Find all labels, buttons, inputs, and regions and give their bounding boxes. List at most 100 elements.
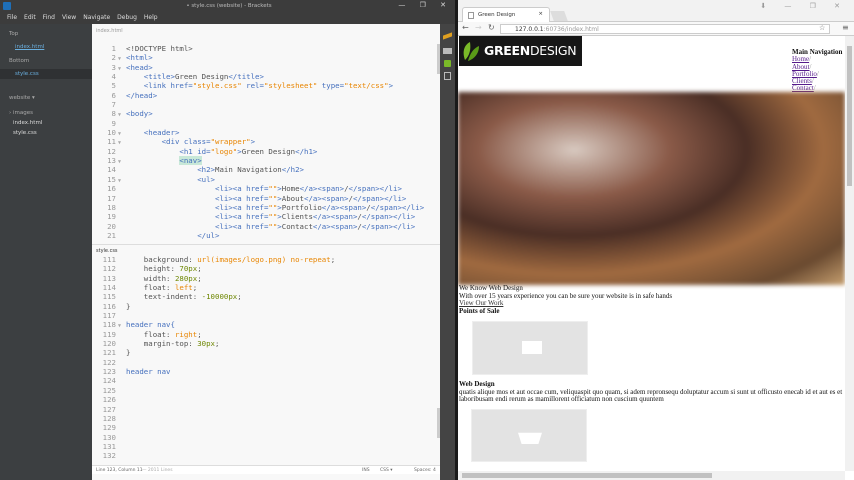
page-vertical-scroll-thumb[interactable]	[847, 46, 852, 186]
insert-mode[interactable]: INS	[362, 468, 370, 473]
tree-file-style-css[interactable]: style.css	[13, 130, 37, 136]
menu-debug[interactable]: Debug	[117, 14, 137, 21]
menu-help[interactable]: Help	[144, 14, 158, 21]
code-line[interactable]: 115 text-indent: -10000px;	[92, 292, 335, 301]
top-code-pane[interactable]: 1 <!DOCTYPE html> 2 ▼ <html> 3 ▼ <head> 4 <title…	[92, 44, 424, 240]
code-editor[interactable]: index.html 1 <!DOCTYPE html> 2 ▼ <html> 3 ▼ <he…	[92, 24, 440, 480]
code-token: Home	[281, 184, 300, 194]
tab-green-design[interactable]: Green Design ×	[462, 7, 550, 22]
code-line[interactable]: 129	[92, 423, 335, 432]
code-line[interactable]: 132	[92, 451, 335, 460]
code-line[interactable]: 10 ▼ <header>	[92, 128, 424, 137]
code-line[interactable]: 19 <li><a href="">Clients</a><span>/</sp…	[92, 212, 424, 221]
browser-window-controls[interactable]: ⬇ — ❐ ✕	[760, 2, 848, 10]
code-line[interactable]: 121}	[92, 348, 335, 357]
line-number: 118	[102, 320, 116, 330]
indent-setting[interactable]: Spaces: 4	[414, 468, 436, 473]
code-line[interactable]: 113 width: 280px;	[92, 274, 335, 283]
code-line[interactable]: 114 float: left;	[92, 283, 335, 292]
menu-view[interactable]: View	[62, 14, 76, 21]
line-number: 3	[111, 62, 116, 72]
live-preview-icon[interactable]	[443, 32, 452, 40]
top-pane-filename[interactable]: index.html	[96, 28, 123, 34]
code-token: Clients	[281, 212, 313, 222]
code-line[interactable]: 120 margin-top: 30px;	[92, 339, 335, 348]
code-line[interactable]: 12 <h1 id="logo">Green Design</h1>	[92, 147, 424, 156]
extension-icon[interactable]	[444, 72, 451, 80]
menu-find[interactable]: Find	[43, 14, 55, 21]
code-line[interactable]: 128	[92, 414, 335, 423]
code-token: <li><a	[126, 202, 247, 212]
back-icon[interactable]: ←	[462, 23, 469, 32]
forward-icon[interactable]: →	[475, 23, 482, 32]
code-line[interactable]: 124	[92, 376, 335, 385]
code-line[interactable]: 7	[92, 100, 424, 109]
code-line[interactable]: 116}	[92, 302, 335, 311]
new-tab-button[interactable]	[550, 11, 568, 21]
menu-icon[interactable]: ≡	[842, 23, 849, 32]
code-line[interactable]: 14 <h2>Main Navigation</h2>	[92, 165, 424, 174]
code-line[interactable]: 16 <li><a href="">Home</a><span>/</span>…	[92, 184, 424, 193]
code-line[interactable]: 111 background: url(images/logo.png) no-…	[92, 255, 336, 264]
tree-folder-images[interactable]: › images	[9, 110, 33, 116]
menu-navigate[interactable]: Navigate	[83, 14, 110, 21]
menu-bar: File Edit Find View Navigate Debug Help	[0, 12, 458, 24]
code-token: Main Navigation	[215, 165, 282, 175]
code-line[interactable]: 123 header nav	[92, 367, 335, 376]
linter-icon[interactable]	[444, 60, 451, 67]
code-token: <header>	[126, 128, 180, 138]
code-line[interactable]: 118 ▼ header nav{	[92, 320, 335, 329]
code-line[interactable]: 15 ▼ <ul>	[92, 175, 424, 184]
tree-file-index-html[interactable]: index.html	[13, 120, 42, 126]
window-controls[interactable]: — ❐ ✕	[398, 1, 452, 9]
window-title: • style.css (website) - Brackets	[186, 3, 272, 9]
menu-file[interactable]: File	[7, 14, 17, 21]
bottom-pane-filename[interactable]: style.css	[96, 248, 118, 254]
project-dropdown[interactable]: website ▾	[9, 95, 35, 101]
code-line[interactable]: 17 <li><a href="">About</a><span>/</span…	[92, 194, 424, 203]
code-token: ;	[330, 255, 336, 264]
working-file-index-html[interactable]: index.html	[15, 44, 44, 50]
code-line[interactable]: 3 ▼ <head>	[92, 63, 424, 72]
working-file-style-css[interactable]: style.css	[0, 69, 92, 79]
code-line[interactable]: 11 ▼ <div class="wrapper">	[92, 137, 424, 146]
bookmark-star-icon[interactable]: ☆	[819, 24, 825, 32]
code-token: ""	[268, 184, 278, 194]
reload-icon[interactable]: ↻	[488, 23, 495, 32]
code-line[interactable]: 9	[92, 119, 424, 128]
tab-close-icon[interactable]: ×	[538, 11, 543, 17]
code-line[interactable]: 127	[92, 405, 335, 414]
code-line[interactable]: 125	[92, 386, 335, 395]
code-line[interactable]: 13 ▼ <nav>	[92, 156, 424, 166]
code-line[interactable]: 21 </ul>	[92, 231, 424, 240]
code-line[interactable]: 119 float: right;	[92, 330, 335, 339]
bottom-code-pane[interactable]: 111 background: url(images/logo.png) no-…	[92, 255, 336, 461]
code-line[interactable]: 4 <title>Green Design</title>	[92, 72, 424, 81]
code-line[interactable]: 2 ▼ <html>	[92, 53, 424, 62]
site-logo[interactable]: GREENDESIGN	[459, 36, 582, 66]
code-line[interactable]: 20 <li><a href="">Contact</a><span>/</sp…	[92, 222, 424, 231]
line-number: 20	[107, 221, 116, 231]
code-token: <!DOCTYPE html>	[126, 44, 193, 53]
menu-edit[interactable]: Edit	[24, 14, 36, 21]
code-token: Contact	[281, 221, 313, 231]
code-token: </a><span>	[304, 193, 349, 203]
pane-splitter[interactable]	[92, 244, 440, 245]
line-number: 131	[102, 441, 116, 451]
code-line[interactable]: 18 <li><a href="">Portfolio</a><span>/</…	[92, 203, 424, 212]
code-line[interactable]: 5 <link href="style.css" rel="stylesheet…	[92, 81, 424, 90]
address-bar[interactable]: 127.0.0.1:60736/index.html	[500, 24, 830, 34]
extension-manager-icon[interactable]	[443, 48, 452, 54]
code-line[interactable]: 126	[92, 395, 335, 404]
code-line[interactable]: 8 ▼ <body>	[92, 109, 424, 118]
code-line[interactable]: 130	[92, 433, 335, 442]
language-select[interactable]: CSS ▾	[380, 468, 393, 473]
code-line[interactable]: 117	[92, 311, 335, 320]
code-line[interactable]: 131	[92, 442, 335, 451]
code-line[interactable]: 6 </head>	[92, 91, 424, 100]
code-line[interactable]: 122	[92, 358, 335, 367]
code-token: href=	[246, 193, 269, 203]
code-line[interactable]: 1 <!DOCTYPE html>	[92, 44, 424, 53]
page-horizontal-scroll-thumb[interactable]	[462, 473, 712, 478]
code-line[interactable]: 112 height: 70px;	[92, 264, 335, 273]
